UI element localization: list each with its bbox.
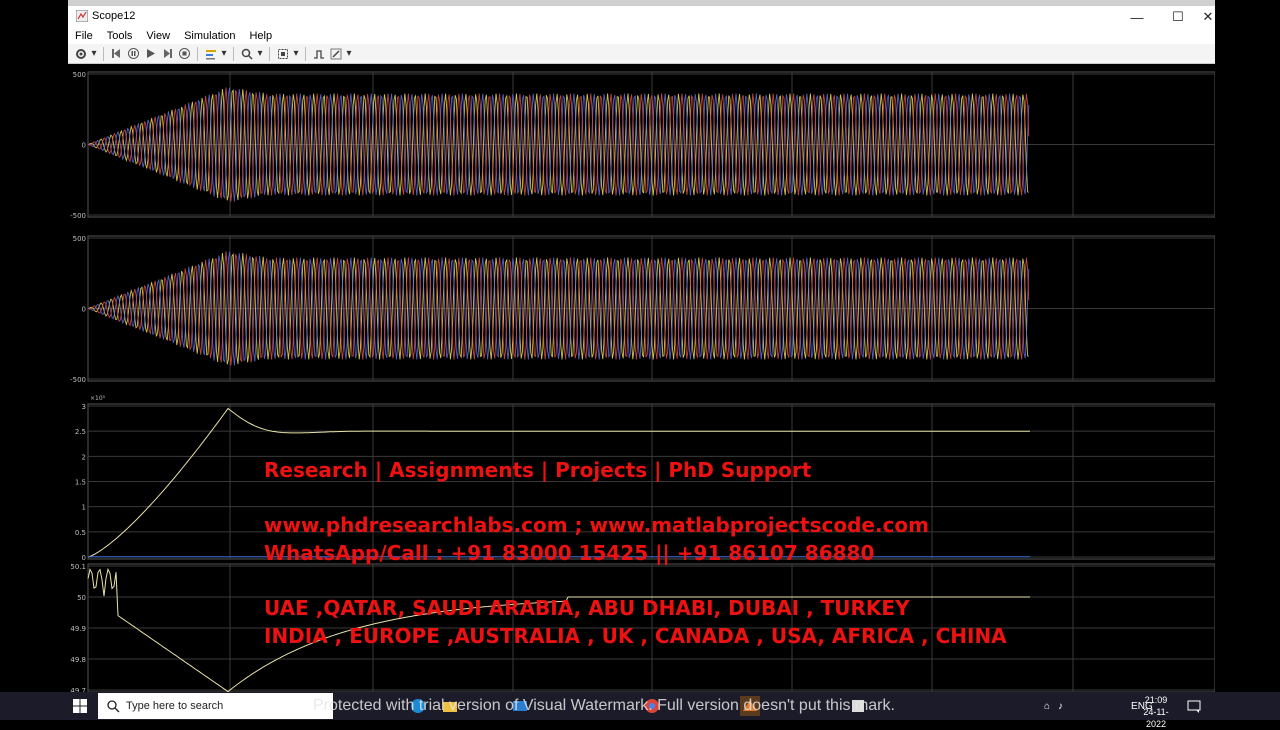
y-tick-label: 0 — [82, 306, 86, 314]
clock-time: 21:09 — [1144, 695, 1168, 705]
toolbar-separator — [305, 46, 306, 61]
watermark-line-regions-1: UAE ,QATAR, SAUDI ARABIA, ABU DHABI, DUB… — [264, 596, 910, 620]
maximize-button[interactable]: ☐ — [1162, 6, 1194, 28]
y-tick-label: 49.8 — [70, 656, 86, 664]
menu-simulation[interactable]: Simulation — [177, 28, 242, 44]
watermark-line-contact: WhatsApp/Call : +91 83000 15425 || +91 8… — [264, 541, 875, 565]
y-tick-label: 0 — [82, 554, 86, 562]
step-forward-icon[interactable] — [161, 47, 174, 60]
scope-window: Scope12 — ☐ ✕ File Tools View Simulation… — [68, 0, 1216, 695]
right-margin — [1215, 0, 1280, 692]
menu-tools[interactable]: Tools — [100, 28, 140, 44]
menu-view[interactable]: View — [139, 28, 177, 44]
trial-watermark-notice: Protected with trial version of Visual W… — [313, 697, 895, 714]
y-tick-label: 50.1 — [70, 563, 86, 571]
menu-help[interactable]: Help — [242, 28, 279, 44]
y-tick-label: 2 — [82, 453, 86, 461]
clock-date: 24-11-2022 — [1143, 707, 1169, 729]
zoom-icon[interactable] — [240, 47, 253, 60]
search-icon — [107, 700, 120, 713]
dropdown-arrow-icon[interactable]: ▾ — [293, 47, 299, 60]
y-axis-exponent: ×10⁵ — [90, 395, 106, 402]
y-tick-label: 1.5 — [75, 479, 86, 487]
close-icon: ✕ — [1202, 9, 1214, 24]
y-tick-label: 2.5 — [75, 428, 86, 436]
toolbar-separator — [269, 46, 270, 61]
y-tick-label: 50 — [77, 594, 86, 602]
taskbar-search-box[interactable]: Type here to search — [98, 693, 333, 719]
close-button[interactable]: ✕ — [1192, 6, 1224, 28]
edit-icon[interactable] — [329, 47, 342, 60]
clock[interactable]: 21:09 24-11-2022 — [1134, 694, 1178, 730]
y-tick-label: 1 — [82, 504, 86, 512]
toolbar-separator — [197, 46, 198, 61]
dropdown-arrow-icon[interactable]: ▾ — [91, 47, 97, 60]
search-placeholder: Type here to search — [126, 700, 224, 712]
toolbar-separator — [233, 46, 234, 61]
minimize-button[interactable]: — — [1121, 6, 1153, 28]
step-back-icon[interactable] — [110, 47, 123, 60]
watermark-line-regions-2: INDIA , EUROPE ,AUSTRALIA , UK , CANADA … — [264, 624, 1007, 648]
y-tick-label: 0.5 — [75, 529, 86, 537]
network-icon[interactable]: ⌂ — [1044, 701, 1050, 712]
settings-icon[interactable] — [74, 47, 87, 60]
pause-icon[interactable] — [127, 47, 140, 60]
y-tick-label: 49.9 — [70, 625, 86, 633]
watermark-line-services: Research | Assignments | Projects | PhD … — [264, 458, 812, 482]
dropdown-arrow-icon[interactable]: ▾ — [221, 47, 227, 60]
y-tick-label: -500 — [70, 376, 86, 384]
menu-bar: File Tools View Simulation Help — [68, 28, 1215, 44]
matlab-scope-icon — [76, 10, 88, 22]
title-bar: Scope12 — ☐ ✕ — [68, 0, 1215, 30]
watermark-line-websites: www.phdresearchlabs.com ; www.matlabproj… — [264, 513, 929, 537]
windows-start-icon[interactable] — [70, 696, 90, 716]
dropdown-arrow-icon[interactable]: ▾ — [346, 47, 352, 60]
window-title: Scope12 — [92, 10, 136, 22]
minimize-icon: — — [1130, 9, 1144, 25]
y-tick-label: 0 — [82, 142, 86, 150]
highlight-icon[interactable] — [204, 47, 217, 60]
y-tick-label: 500 — [73, 235, 86, 243]
volume-icon[interactable]: ♪ — [1058, 701, 1063, 712]
autoscale-icon[interactable] — [276, 47, 289, 60]
run-icon[interactable] — [144, 47, 157, 60]
stop-icon[interactable] — [178, 47, 191, 60]
y-tick-label: 500 — [73, 71, 86, 79]
notifications-icon[interactable] — [1184, 696, 1204, 716]
left-margin — [0, 0, 68, 692]
maximize-icon: ☐ — [1172, 9, 1184, 24]
toolbar: ▾ ▾ ▾ ▾ ▾ — [68, 44, 1215, 64]
y-tick-label: -500 — [70, 212, 86, 220]
triggers-icon[interactable] — [312, 47, 325, 60]
toolbar-separator — [103, 46, 104, 61]
menu-file[interactable]: File — [68, 28, 100, 44]
y-tick-label: 3 — [82, 403, 86, 411]
dropdown-arrow-icon[interactable]: ▾ — [257, 47, 263, 60]
